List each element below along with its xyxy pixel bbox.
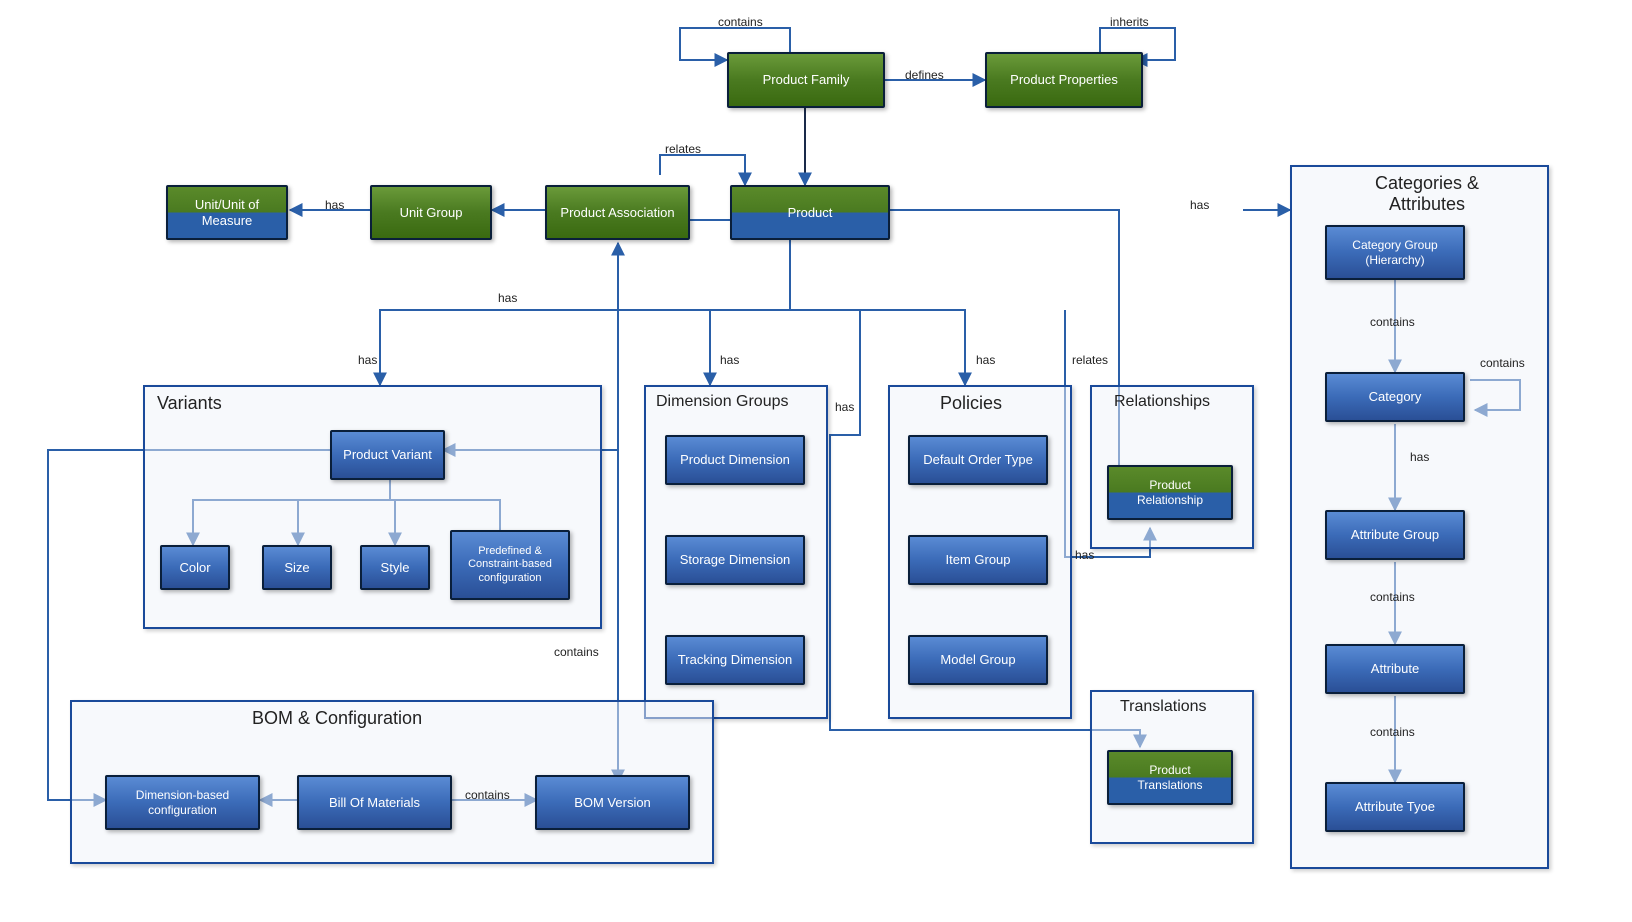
node-tracking-dimension: Tracking Dimension	[665, 635, 805, 685]
label-relates-rel: relates	[1072, 353, 1108, 367]
node-category-group: Category Group (Hierarchy)	[1325, 225, 1465, 280]
node-dimension-based-config: Dimension-based configuration	[105, 775, 260, 830]
node-unit-uom: Unit/Unit of Measure	[166, 185, 288, 240]
label-contains-attgrp: contains	[1370, 590, 1415, 604]
node-product-variant: Product Variant	[330, 430, 445, 480]
label-has-trans: has	[835, 400, 854, 414]
label-has-rel2: has	[1075, 548, 1094, 562]
node-bill-of-materials: Bill Of Materials	[297, 775, 452, 830]
label-contains-catself: contains	[1480, 356, 1525, 370]
group-title-categories: Categories & Attributes	[1352, 173, 1502, 215]
node-color: Color	[160, 545, 230, 590]
group-title-dimension: Dimension Groups	[656, 393, 789, 411]
node-product: Product	[730, 185, 890, 240]
node-product-properties: Product Properties	[985, 52, 1143, 108]
node-size: Size	[262, 545, 332, 590]
node-default-order-type: Default Order Type	[908, 435, 1048, 485]
label-defines: defines	[905, 68, 944, 82]
label-has-cat: has	[1410, 450, 1429, 464]
label-contains-bomv: contains	[465, 788, 510, 802]
group-title-translations: Translations	[1120, 698, 1207, 716]
group-title-variants: Variants	[157, 393, 222, 414]
label-has-dims: has	[720, 353, 739, 367]
node-attribute-type: Attribute Tyoe	[1325, 782, 1465, 832]
node-model-group: Model Group	[908, 635, 1048, 685]
group-title-bom: BOM & Configuration	[252, 708, 422, 729]
node-product-translations: Product Translations	[1107, 750, 1233, 805]
label-contains-att: contains	[1370, 725, 1415, 739]
node-product-dimension: Product Dimension	[665, 435, 805, 485]
label-contains-catgrp: contains	[1370, 315, 1415, 329]
node-attribute-group: Attribute Group	[1325, 510, 1465, 560]
label-has-policies: has	[976, 353, 995, 367]
node-category: Category	[1325, 372, 1465, 422]
label-has-ug: has	[325, 198, 344, 212]
node-storage-dimension: Storage Dimension	[665, 535, 805, 585]
group-title-policies: Policies	[940, 393, 1002, 414]
node-product-relationship: Product Relationship	[1107, 465, 1233, 520]
node-predefined: Predefined & Constraint-based configurat…	[450, 530, 570, 600]
node-style: Style	[360, 545, 430, 590]
node-product-family: Product Family	[727, 52, 885, 108]
label-has-catgrp: has	[1190, 198, 1209, 212]
label-inherits: inherits	[1110, 15, 1149, 29]
node-bom-version: BOM Version	[535, 775, 690, 830]
node-product-association: Product Association	[545, 185, 690, 240]
label-relates-pa: relates	[665, 142, 701, 156]
node-unit-group: Unit Group	[370, 185, 492, 240]
group-title-relationships: Relationships	[1114, 393, 1210, 411]
node-item-group: Item Group	[908, 535, 1048, 585]
label-contains-pf: contains	[718, 15, 763, 29]
label-contains-bom: contains	[554, 645, 599, 659]
node-attribute: Attribute	[1325, 644, 1465, 694]
label-has-variants: has	[358, 353, 377, 367]
label-has-pa2: has	[498, 291, 517, 305]
